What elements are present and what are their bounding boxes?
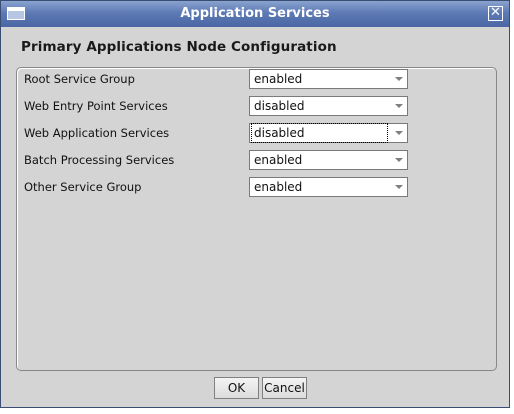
setting-row-batch-processing-services: Batch Processing Services enabled [24, 150, 414, 170]
chevron-down-icon[interactable] [395, 77, 403, 81]
select-value: enabled [254, 153, 303, 167]
chevron-down-icon[interactable] [395, 104, 403, 108]
setting-label: Other Service Group [24, 180, 142, 194]
web-application-services-select[interactable]: disabled [249, 123, 408, 143]
setting-row-web-application-services: Web Application Services disabled [24, 123, 414, 143]
chevron-down-icon[interactable] [395, 131, 403, 135]
cancel-button[interactable]: Cancel [262, 377, 307, 399]
web-entry-point-services-select[interactable]: disabled [249, 96, 408, 116]
title-bar[interactable]: Application Services ✕ [1, 1, 509, 27]
root-service-group-select[interactable]: enabled [249, 69, 408, 89]
select-value: enabled [254, 180, 303, 194]
setting-label: Root Service Group [24, 72, 135, 86]
close-icon[interactable]: ✕ [488, 6, 503, 21]
select-value: disabled [251, 123, 388, 143]
section-heading: Primary Applications Node Configuration [21, 39, 337, 55]
chevron-down-icon[interactable] [395, 158, 403, 162]
chevron-down-icon[interactable] [395, 185, 403, 189]
setting-label: Web Entry Point Services [24, 99, 168, 113]
window-title: Application Services [180, 6, 330, 21]
batch-processing-services-select[interactable]: enabled [249, 150, 408, 170]
setting-row-web-entry-point-services: Web Entry Point Services disabled [24, 96, 414, 116]
setting-label: Web Application Services [24, 126, 170, 140]
ok-button[interactable]: OK [214, 377, 259, 399]
other-service-group-select[interactable]: enabled [249, 177, 408, 197]
select-value: enabled [254, 72, 303, 86]
select-value: disabled [254, 99, 305, 113]
setting-label: Batch Processing Services [24, 153, 175, 167]
dialog-window: Application Services ✕ Primary Applicati… [0, 0, 510, 408]
setting-row-root-service-group: Root Service Group enabled [24, 69, 414, 89]
setting-row-other-service-group: Other Service Group enabled [24, 177, 414, 197]
